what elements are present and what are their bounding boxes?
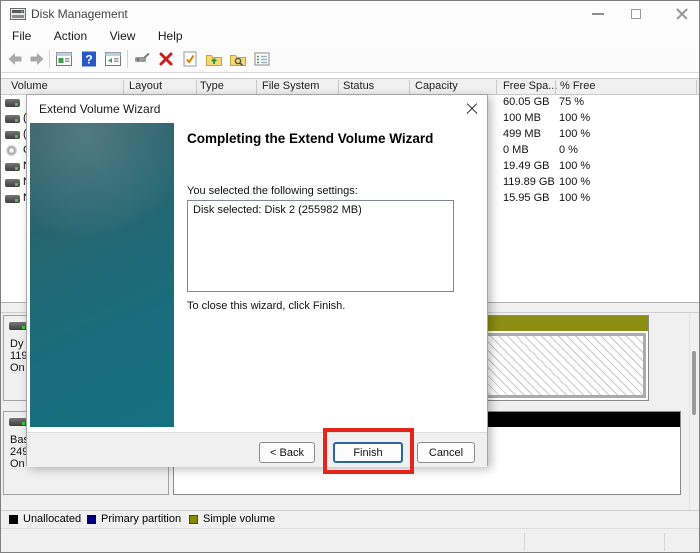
legend-bar: Unallocated Primary partition Simple vol… [1, 510, 699, 528]
dialog-footer: < Back Finish Cancel [27, 432, 487, 467]
red-highlight-annotation [323, 428, 414, 474]
dialog-title: Extend Volume Wizard [39, 102, 160, 116]
forward-arrow-icon[interactable] [28, 50, 46, 68]
menu-view[interactable]: View [101, 27, 145, 45]
column-volume[interactable]: Volume [11, 80, 48, 92]
free-space-value: 0 MB [503, 144, 529, 156]
app-icon [10, 7, 26, 21]
disk-icon [5, 131, 20, 139]
column-file-system[interactable]: File System [262, 80, 319, 92]
back-button[interactable]: < Back [259, 442, 315, 463]
column-pct-free[interactable]: % Free [560, 80, 595, 92]
disk-icon [5, 99, 20, 107]
legend-simple-volume: Simple volume [203, 513, 275, 525]
console-window-alt-icon[interactable] [104, 50, 122, 68]
column-capacity[interactable]: Capacity [415, 80, 458, 92]
volume-table-header: Volume Layout Type File System Status Ca… [1, 78, 699, 95]
column-free-space[interactable]: Free Spa... [503, 80, 557, 92]
pct-free-value: 100 % [559, 160, 590, 172]
disk-icon [5, 179, 20, 187]
minimize-button[interactable] [583, 3, 613, 25]
disk-icon [5, 163, 20, 171]
unallocated-swatch [9, 515, 18, 524]
properties-list-icon[interactable] [253, 50, 271, 68]
dialog-close-icon[interactable] [465, 102, 479, 116]
dialog-title-bar[interactable]: Extend Volume Wizard [27, 95, 487, 122]
help-icon[interactable]: ? [80, 50, 98, 68]
wizard-intro-text: You selected the following settings: [187, 185, 358, 197]
extend-volume-wizard-dialog: Extend Volume Wizard Completing the Exte… [26, 94, 488, 466]
free-space-value: 60.05 GB [503, 96, 549, 108]
legend-primary-partition: Primary partition [101, 513, 181, 525]
free-space-value: 100 MB [503, 112, 541, 124]
pct-free-value: 75 % [559, 96, 584, 108]
free-space-value: 19.49 GB [503, 160, 549, 172]
delete-x-icon[interactable] [157, 50, 175, 68]
cancel-button[interactable]: Cancel [417, 442, 475, 463]
menu-help[interactable]: Help [149, 27, 192, 45]
disk-icon [9, 322, 27, 330]
back-arrow-icon[interactable] [6, 50, 24, 68]
folder-up-icon[interactable] [205, 50, 223, 68]
folder-search-icon[interactable] [229, 50, 247, 68]
cd-drive-icon [6, 145, 17, 156]
column-layout[interactable]: Layout [129, 80, 162, 92]
wizard-watermark-panel [30, 123, 174, 427]
pct-free-value: 100 % [559, 176, 590, 188]
console-window-icon[interactable] [55, 50, 73, 68]
menu-file[interactable]: File [3, 27, 40, 45]
window-title: Disk Management [31, 7, 128, 21]
remote-tool-icon[interactable] [133, 50, 151, 68]
disk-icon [9, 418, 27, 426]
primary-partition-swatch [87, 515, 96, 524]
column-type[interactable]: Type [200, 80, 224, 92]
pct-free-value: 100 % [559, 128, 590, 140]
pct-free-value: 100 % [559, 192, 590, 204]
scrollbar-thumb[interactable] [692, 351, 696, 415]
close-button[interactable] [667, 3, 697, 25]
wizard-heading: Completing the Extend Volume Wizard [187, 129, 437, 148]
disk-icon [5, 115, 20, 123]
free-space-value: 119.89 GB [503, 176, 555, 188]
check-document-icon[interactable] [181, 50, 199, 68]
free-space-value: 499 MB [503, 128, 541, 140]
pct-free-value: 0 % [559, 144, 578, 156]
title-bar: Disk Management [1, 1, 699, 27]
pct-free-value: 100 % [559, 112, 590, 124]
menu-bar: File Action View Help [1, 27, 699, 46]
legend-unallocated: Unallocated [23, 513, 81, 525]
svg-text:?: ? [85, 53, 92, 67]
disk-icon [5, 195, 20, 203]
settings-listbox[interactable]: Disk selected: Disk 2 (255982 MB) [187, 200, 454, 292]
toolbar: ? [1, 46, 699, 73]
disk-management-window: Disk Management File Action View Help ? [0, 0, 700, 553]
wizard-note: To close this wizard, click Finish. [187, 300, 345, 312]
menu-action[interactable]: Action [45, 27, 96, 45]
status-bar [1, 528, 699, 553]
column-status[interactable]: Status [343, 80, 374, 92]
free-space-value: 15.95 GB [503, 192, 549, 204]
maximize-button[interactable] [621, 3, 651, 25]
simple-volume-swatch [189, 515, 198, 524]
